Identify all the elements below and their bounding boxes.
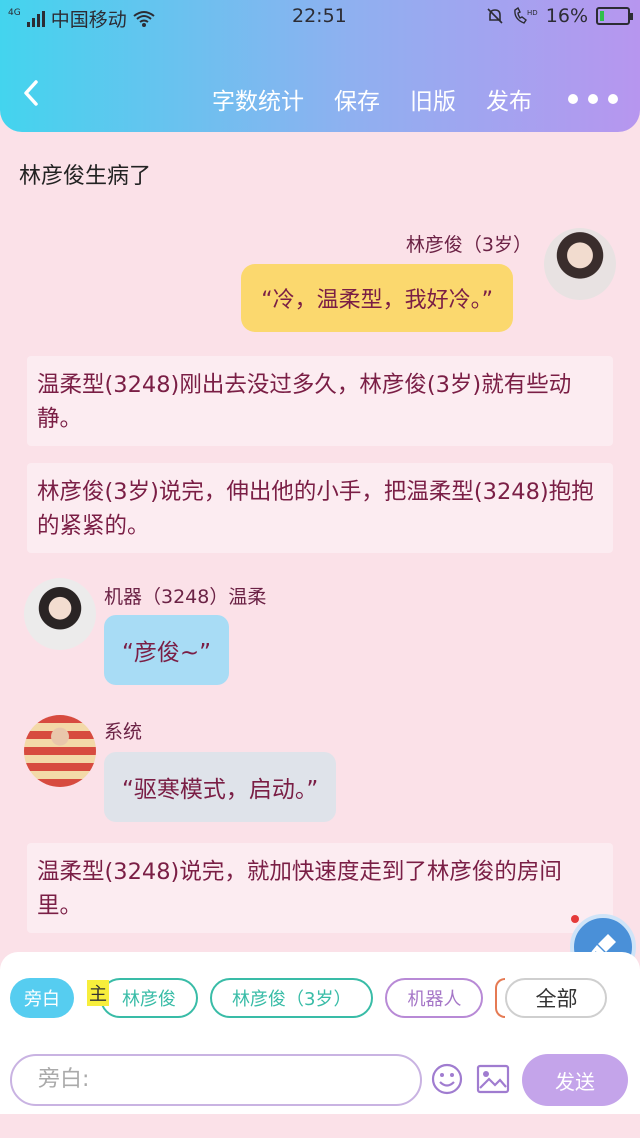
svg-text:HD: HD [527,9,538,17]
wifi-icon [133,10,155,27]
story-title: 林彦俊生病了 [19,164,152,189]
signal-icon [26,10,45,27]
top-nav: 字数统计 保存 旧版 发布 [0,60,640,132]
speech-bubble[interactable]: “冷，温柔型，我好冷。” [241,264,513,332]
narration-block[interactable]: 温柔型(3248)刚出去没过多久，林彦俊(3岁)就有些动静。 [27,356,613,446]
narration-block[interactable]: 林彦俊(3岁)说完，伸出他的小手，把温柔型(3248)抱抱的紧紧的。 [27,463,613,553]
speaker-name: 机器（3248）温柔 [104,586,267,608]
battery-icon [596,7,633,25]
main-role-tag: 主 [87,980,109,1006]
hd-call-icon: HD [513,7,538,24]
carrier-label: 中国移动 [50,9,127,31]
image-icon[interactable] [476,1064,510,1094]
speech-bubble[interactable]: “彦俊~” [104,615,230,685]
avatar[interactable] [24,715,96,787]
role-chip-lin[interactable]: 林彦俊 [100,978,198,1018]
role-chip-robot[interactable]: 机器人 [385,978,484,1018]
nav-actions: 字数统计 保存 旧版 发布 [212,82,618,116]
message-input[interactable]: 旁白: [10,1054,422,1106]
speaker-name: 林彦俊（3岁） [405,234,532,256]
more-dots-icon[interactable] [568,94,618,104]
network-type: 4G [8,7,21,18]
publish-button[interactable]: 发布 [486,82,532,116]
save-button[interactable]: 保存 [334,82,380,116]
word-count-button[interactable]: 字数统计 [212,82,304,116]
composer-row: 旁白: 发送 [10,1054,630,1106]
message-right: 林彦俊（3岁） “冷，温柔型，我好冷。” [16,226,616,344]
clock: 22:51 [292,5,347,27]
speech-bubble[interactable]: “驱寒模式，启动。” [104,752,337,822]
old-version-button[interactable]: 旧版 [410,82,456,116]
narration-block[interactable]: 温柔型(3248)说完，就加快速度走到了林彦俊的房间里。 [27,843,613,933]
battery-percent: 16% [545,5,588,27]
send-button[interactable]: 发送 [522,1054,628,1106]
speaker-name: 系统 [104,721,143,743]
role-chip-more[interactable] [495,978,506,1018]
status-left: 4G 中国移动 [8,5,155,32]
emoji-icon[interactable] [430,1062,464,1096]
status-bar: 4G 中国移动 22:51 HD 16% [0,0,640,32]
role-chip-narrator[interactable]: 旁白 [10,978,74,1018]
chevron-left-icon[interactable] [22,78,42,114]
avatar[interactable] [24,578,96,650]
mute-bell-icon [487,8,503,24]
role-chip-lin-3[interactable]: 林彦俊（3岁） [210,978,374,1018]
role-chip-all[interactable]: 全部 [505,978,608,1018]
avatar[interactable] [544,228,616,300]
notification-dot [571,915,579,923]
battery-fill [600,11,604,21]
status-right: HD 16% [486,5,633,27]
